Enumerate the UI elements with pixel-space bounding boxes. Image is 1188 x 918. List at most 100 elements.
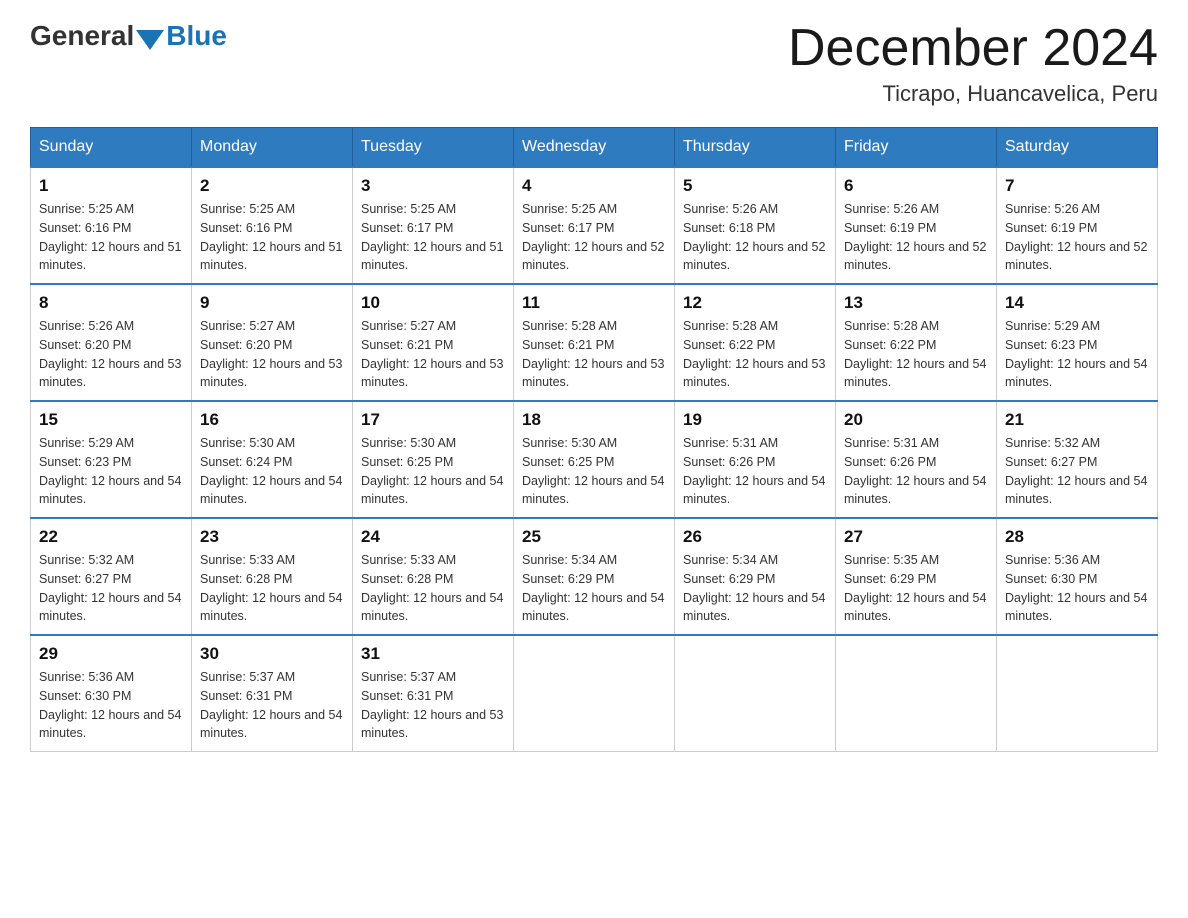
- day-info: Sunrise: 5:26 AM Sunset: 6:18 PM Dayligh…: [683, 200, 827, 275]
- day-info: Sunrise: 5:32 AM Sunset: 6:27 PM Dayligh…: [1005, 434, 1149, 509]
- day-cell: 23 Sunrise: 5:33 AM Sunset: 6:28 PM Dayl…: [192, 518, 353, 635]
- day-cell: 24 Sunrise: 5:33 AM Sunset: 6:28 PM Dayl…: [353, 518, 514, 635]
- day-cell: 27 Sunrise: 5:35 AM Sunset: 6:29 PM Dayl…: [836, 518, 997, 635]
- day-cell: 29 Sunrise: 5:36 AM Sunset: 6:30 PM Dayl…: [31, 635, 192, 752]
- day-number: 20: [844, 410, 988, 430]
- day-info: Sunrise: 5:27 AM Sunset: 6:21 PM Dayligh…: [361, 317, 505, 392]
- day-cell: 10 Sunrise: 5:27 AM Sunset: 6:21 PM Dayl…: [353, 284, 514, 401]
- day-cell: 9 Sunrise: 5:27 AM Sunset: 6:20 PM Dayli…: [192, 284, 353, 401]
- day-cell: 11 Sunrise: 5:28 AM Sunset: 6:21 PM Dayl…: [514, 284, 675, 401]
- day-info: Sunrise: 5:27 AM Sunset: 6:20 PM Dayligh…: [200, 317, 344, 392]
- day-info: Sunrise: 5:36 AM Sunset: 6:30 PM Dayligh…: [1005, 551, 1149, 626]
- day-number: 15: [39, 410, 183, 430]
- day-cell: [836, 635, 997, 752]
- day-number: 2: [200, 176, 344, 196]
- day-cell: [675, 635, 836, 752]
- header-thursday: Thursday: [675, 128, 836, 168]
- day-info: Sunrise: 5:26 AM Sunset: 6:20 PM Dayligh…: [39, 317, 183, 392]
- day-number: 17: [361, 410, 505, 430]
- day-info: Sunrise: 5:25 AM Sunset: 6:16 PM Dayligh…: [200, 200, 344, 275]
- header-saturday: Saturday: [997, 128, 1158, 168]
- day-info: Sunrise: 5:30 AM Sunset: 6:25 PM Dayligh…: [522, 434, 666, 509]
- day-info: Sunrise: 5:26 AM Sunset: 6:19 PM Dayligh…: [844, 200, 988, 275]
- day-number: 24: [361, 527, 505, 547]
- day-number: 7: [1005, 176, 1149, 196]
- logo-blue-text: Blue: [166, 20, 227, 52]
- day-number: 5: [683, 176, 827, 196]
- day-info: Sunrise: 5:34 AM Sunset: 6:29 PM Dayligh…: [683, 551, 827, 626]
- day-info: Sunrise: 5:37 AM Sunset: 6:31 PM Dayligh…: [361, 668, 505, 743]
- month-title: December 2024: [788, 20, 1158, 77]
- day-info: Sunrise: 5:25 AM Sunset: 6:17 PM Dayligh…: [361, 200, 505, 275]
- day-cell: 31 Sunrise: 5:37 AM Sunset: 6:31 PM Dayl…: [353, 635, 514, 752]
- day-number: 1: [39, 176, 183, 196]
- day-number: 22: [39, 527, 183, 547]
- day-number: 8: [39, 293, 183, 313]
- day-number: 23: [200, 527, 344, 547]
- day-number: 14: [1005, 293, 1149, 313]
- week-row-3: 15 Sunrise: 5:29 AM Sunset: 6:23 PM Dayl…: [31, 401, 1158, 518]
- location-title: Ticrapo, Huancavelica, Peru: [788, 81, 1158, 107]
- day-number: 31: [361, 644, 505, 664]
- day-info: Sunrise: 5:30 AM Sunset: 6:24 PM Dayligh…: [200, 434, 344, 509]
- day-cell: 28 Sunrise: 5:36 AM Sunset: 6:30 PM Dayl…: [997, 518, 1158, 635]
- day-info: Sunrise: 5:35 AM Sunset: 6:29 PM Dayligh…: [844, 551, 988, 626]
- day-cell: 5 Sunrise: 5:26 AM Sunset: 6:18 PM Dayli…: [675, 167, 836, 284]
- header-sunday: Sunday: [31, 128, 192, 168]
- day-number: 4: [522, 176, 666, 196]
- day-number: 3: [361, 176, 505, 196]
- day-info: Sunrise: 5:32 AM Sunset: 6:27 PM Dayligh…: [39, 551, 183, 626]
- day-number: 18: [522, 410, 666, 430]
- day-number: 21: [1005, 410, 1149, 430]
- day-info: Sunrise: 5:26 AM Sunset: 6:19 PM Dayligh…: [1005, 200, 1149, 275]
- title-section: December 2024 Ticrapo, Huancavelica, Per…: [788, 20, 1158, 107]
- day-number: 9: [200, 293, 344, 313]
- day-cell: 2 Sunrise: 5:25 AM Sunset: 6:16 PM Dayli…: [192, 167, 353, 284]
- day-cell: 30 Sunrise: 5:37 AM Sunset: 6:31 PM Dayl…: [192, 635, 353, 752]
- week-row-1: 1 Sunrise: 5:25 AM Sunset: 6:16 PM Dayli…: [31, 167, 1158, 284]
- day-info: Sunrise: 5:31 AM Sunset: 6:26 PM Dayligh…: [844, 434, 988, 509]
- day-number: 29: [39, 644, 183, 664]
- day-number: 25: [522, 527, 666, 547]
- calendar-table: SundayMondayTuesdayWednesdayThursdayFrid…: [30, 127, 1158, 752]
- day-info: Sunrise: 5:25 AM Sunset: 6:17 PM Dayligh…: [522, 200, 666, 275]
- day-info: Sunrise: 5:31 AM Sunset: 6:26 PM Dayligh…: [683, 434, 827, 509]
- day-number: 10: [361, 293, 505, 313]
- day-info: Sunrise: 5:30 AM Sunset: 6:25 PM Dayligh…: [361, 434, 505, 509]
- day-info: Sunrise: 5:29 AM Sunset: 6:23 PM Dayligh…: [1005, 317, 1149, 392]
- day-info: Sunrise: 5:29 AM Sunset: 6:23 PM Dayligh…: [39, 434, 183, 509]
- day-number: 19: [683, 410, 827, 430]
- day-cell: 13 Sunrise: 5:28 AM Sunset: 6:22 PM Dayl…: [836, 284, 997, 401]
- day-cell: 8 Sunrise: 5:26 AM Sunset: 6:20 PM Dayli…: [31, 284, 192, 401]
- day-cell: 25 Sunrise: 5:34 AM Sunset: 6:29 PM Dayl…: [514, 518, 675, 635]
- day-number: 11: [522, 293, 666, 313]
- day-cell: 4 Sunrise: 5:25 AM Sunset: 6:17 PM Dayli…: [514, 167, 675, 284]
- day-info: Sunrise: 5:33 AM Sunset: 6:28 PM Dayligh…: [361, 551, 505, 626]
- day-number: 30: [200, 644, 344, 664]
- day-cell: 19 Sunrise: 5:31 AM Sunset: 6:26 PM Dayl…: [675, 401, 836, 518]
- day-number: 16: [200, 410, 344, 430]
- day-cell: 21 Sunrise: 5:32 AM Sunset: 6:27 PM Dayl…: [997, 401, 1158, 518]
- day-cell: [514, 635, 675, 752]
- day-number: 13: [844, 293, 988, 313]
- day-number: 26: [683, 527, 827, 547]
- day-info: Sunrise: 5:33 AM Sunset: 6:28 PM Dayligh…: [200, 551, 344, 626]
- page-header: General Blue December 2024 Ticrapo, Huan…: [30, 20, 1158, 107]
- day-info: Sunrise: 5:25 AM Sunset: 6:16 PM Dayligh…: [39, 200, 183, 275]
- day-cell: 14 Sunrise: 5:29 AM Sunset: 6:23 PM Dayl…: [997, 284, 1158, 401]
- day-cell: 17 Sunrise: 5:30 AM Sunset: 6:25 PM Dayl…: [353, 401, 514, 518]
- header-row: SundayMondayTuesdayWednesdayThursdayFrid…: [31, 128, 1158, 168]
- day-cell: 18 Sunrise: 5:30 AM Sunset: 6:25 PM Dayl…: [514, 401, 675, 518]
- day-info: Sunrise: 5:36 AM Sunset: 6:30 PM Dayligh…: [39, 668, 183, 743]
- day-cell: 20 Sunrise: 5:31 AM Sunset: 6:26 PM Dayl…: [836, 401, 997, 518]
- day-cell: 6 Sunrise: 5:26 AM Sunset: 6:19 PM Dayli…: [836, 167, 997, 284]
- week-row-4: 22 Sunrise: 5:32 AM Sunset: 6:27 PM Dayl…: [31, 518, 1158, 635]
- header-wednesday: Wednesday: [514, 128, 675, 168]
- week-row-5: 29 Sunrise: 5:36 AM Sunset: 6:30 PM Dayl…: [31, 635, 1158, 752]
- day-info: Sunrise: 5:28 AM Sunset: 6:22 PM Dayligh…: [683, 317, 827, 392]
- header-monday: Monday: [192, 128, 353, 168]
- day-cell: 15 Sunrise: 5:29 AM Sunset: 6:23 PM Dayl…: [31, 401, 192, 518]
- day-number: 12: [683, 293, 827, 313]
- day-cell: 26 Sunrise: 5:34 AM Sunset: 6:29 PM Dayl…: [675, 518, 836, 635]
- day-cell: 1 Sunrise: 5:25 AM Sunset: 6:16 PM Dayli…: [31, 167, 192, 284]
